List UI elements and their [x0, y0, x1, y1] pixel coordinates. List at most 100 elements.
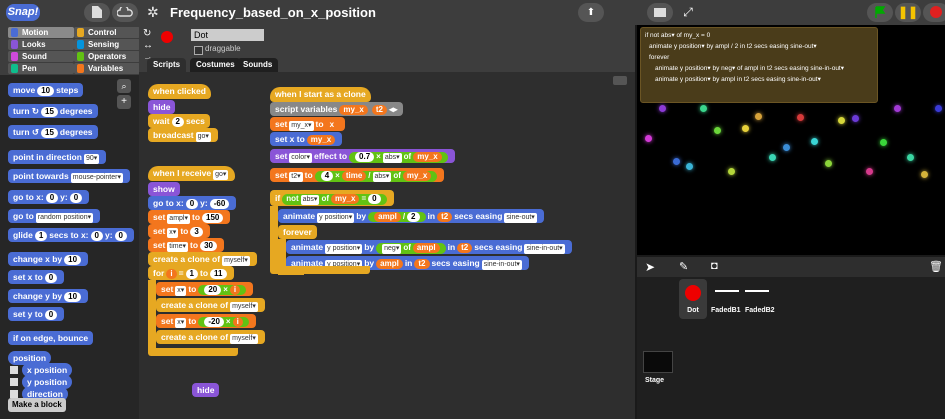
when-flag-clicked-hat[interactable]: when clicked [148, 84, 211, 99]
category-variables[interactable]: Variables [74, 63, 140, 74]
show-block[interactable]: show [148, 182, 180, 196]
when-start-as-clone-hat[interactable]: when I start as a clone [270, 87, 371, 102]
secs-input[interactable]: 2 [171, 117, 184, 127]
var-reporter[interactable]: t2 [457, 243, 473, 253]
sprite-name-field[interactable]: Dot [191, 29, 264, 41]
dx-input[interactable]: 10 [64, 255, 82, 265]
set-time-block[interactable]: set time▾ to 30 [148, 238, 224, 252]
set-my-x-block[interactable]: set my_x▾ to x [270, 117, 346, 131]
rotation-style-icon[interactable]: ↻ [143, 28, 151, 39]
set-ampl-block[interactable]: set ampl▾ to 150 [148, 210, 231, 224]
end-input[interactable]: 11 [210, 269, 227, 279]
clone-dropdown[interactable]: myself▾ [230, 302, 258, 312]
x-input[interactable]: 0 [44, 273, 58, 283]
var-reporter[interactable]: ampl [376, 259, 403, 269]
function-dropdown[interactable]: abs▾ [372, 172, 392, 182]
camera-icon[interactable]: ◘ [711, 260, 718, 272]
category-sensing[interactable]: Sensing [74, 39, 140, 50]
neg-reporter[interactable]: neg▾ of ampl [376, 243, 446, 254]
function-dropdown[interactable]: abs▾ [382, 153, 402, 163]
category-pen[interactable]: Pen [8, 63, 74, 74]
category-control[interactable]: Control [74, 27, 140, 38]
tab-sounds[interactable]: Sounds [237, 58, 279, 72]
make-block-button[interactable]: Make a block [8, 398, 66, 412]
rotation-lr-icon[interactable]: ↔ [143, 40, 153, 51]
change-x-block[interactable]: change x by 10 [8, 252, 89, 266]
var-reporter[interactable]: time [341, 171, 367, 181]
point-towards-block[interactable]: point towards mouse-pointer▾ [8, 169, 130, 183]
gear-icon[interactable]: ✲ [147, 0, 159, 25]
stage[interactable]: if not abs▾ of my_x = 0 animate y positi… [637, 25, 945, 255]
glide-block[interactable]: glide 1 secs to x: 0 y: 0 [8, 228, 134, 242]
set-y-block[interactable]: set y to 0 [8, 307, 65, 321]
divide-reporter[interactable]: ampl/2 [368, 212, 426, 222]
degrees-input[interactable]: 15 [41, 107, 58, 117]
stop-icon[interactable] [923, 3, 945, 22]
var-reporter[interactable]: ampl [412, 243, 440, 253]
when-receive-hat[interactable]: when I receive go▾ [148, 166, 236, 181]
value-input[interactable]: 4 [320, 171, 334, 181]
var-dropdown[interactable]: my_x▾ [289, 121, 314, 131]
create-clone-block[interactable]: create a clone of myself▾ [156, 330, 265, 344]
set-x-block[interactable]: set x to 0 [8, 270, 65, 284]
var-reporter[interactable]: t2 [371, 105, 387, 115]
wait-block[interactable]: wait 2 secs [148, 114, 210, 128]
x-input[interactable]: 0 [90, 231, 103, 241]
secs-input[interactable]: 1 [34, 231, 48, 241]
goto-xy-block[interactable]: go to x: 0 y: 0 [8, 190, 90, 204]
target-dropdown[interactable]: mouse-pointer▾ [70, 173, 123, 183]
set-x-to-block[interactable]: set x to my_x [270, 132, 343, 146]
cloud-icon[interactable] [112, 3, 138, 22]
scripting-area[interactable]: when clicked hide wait 2 secs broadcast go▾… [139, 72, 635, 419]
turtle-icon[interactable]: ➤ [645, 260, 655, 274]
effect-dropdown[interactable]: color▾ [289, 153, 312, 163]
value-input[interactable]: 30 [200, 241, 217, 251]
green-flag-icon[interactable] [867, 3, 893, 22]
clone-dropdown[interactable]: myself▾ [222, 256, 250, 266]
fullscreen-icon[interactable]: ⤢ [675, 3, 701, 22]
script-variables-block[interactable]: script variables my_x t2 ◂▸ [270, 102, 403, 116]
value-input[interactable]: 2 [407, 212, 420, 222]
paint-brush-icon[interactable]: ✎ [679, 260, 688, 273]
dy-input[interactable]: 10 [64, 292, 82, 302]
snap-logo[interactable]: Snap! [6, 4, 40, 21]
var-dropdown[interactable]: time▾ [167, 242, 189, 252]
clone-dropdown[interactable]: myself▾ [230, 334, 258, 344]
target-dropdown[interactable]: random position▾ [35, 213, 94, 223]
var-reporter[interactable]: x [325, 120, 339, 130]
var-reporter[interactable]: my_x [402, 171, 432, 181]
function-dropdown[interactable]: neg▾ [382, 244, 402, 254]
set-x-times-i-block[interactable]: set x▾ to -20 × i [156, 314, 256, 328]
multiply-reporter[interactable]: -20 × i [198, 317, 249, 327]
message-dropdown[interactable]: go▾ [213, 170, 229, 180]
animate-block[interactable]: animate y position▾ by ampl/2 in t2 secs easin… [278, 209, 544, 223]
turn-ccw-block[interactable]: turn ↺ 15 degrees [8, 125, 98, 139]
y-input[interactable]: 0 [114, 231, 127, 241]
x-input[interactable]: 0 [185, 199, 199, 209]
var-reporter[interactable]: ampl [374, 212, 401, 222]
direction-dropdown[interactable]: 90▾ [83, 154, 100, 164]
var-reporter[interactable]: t2 [437, 212, 453, 222]
x-input[interactable]: 0 [45, 193, 59, 203]
cursor-icon[interactable]: ⬆ [578, 3, 604, 22]
var-reporter[interactable]: my_x [339, 105, 368, 115]
value-input[interactable]: 150 [202, 213, 224, 223]
tab-scripts[interactable]: Scripts [147, 58, 187, 72]
var-reporter[interactable]: my_x [413, 152, 442, 162]
animate-block[interactable]: animate y position▾ by neg▾ of ampl in t2 secs e… [286, 240, 572, 254]
value-input[interactable]: -20 [204, 317, 224, 327]
function-dropdown[interactable]: abs▾ [300, 195, 320, 205]
easing-dropdown[interactable]: sine-in-out▾ [481, 260, 522, 270]
value-input[interactable]: 3 [190, 227, 203, 237]
not-reporter[interactable]: not abs▾ of my_x = 0 [282, 194, 387, 205]
normal-stage-icon[interactable] [647, 3, 673, 22]
category-looks[interactable]: Looks [8, 39, 74, 50]
y-position-checkbox[interactable] [10, 378, 18, 386]
var-reporter[interactable]: i [232, 317, 243, 327]
stage-thumbnail[interactable] [643, 351, 673, 373]
divide-reporter[interactable]: 4 × time / abs▾ of my_x [314, 171, 438, 182]
hide-block[interactable]: hide [192, 383, 220, 397]
arrows-icon[interactable]: ◂▸ [389, 104, 398, 114]
category-operators[interactable]: Operators [74, 51, 140, 62]
message-dropdown[interactable]: go▾ [195, 132, 211, 142]
